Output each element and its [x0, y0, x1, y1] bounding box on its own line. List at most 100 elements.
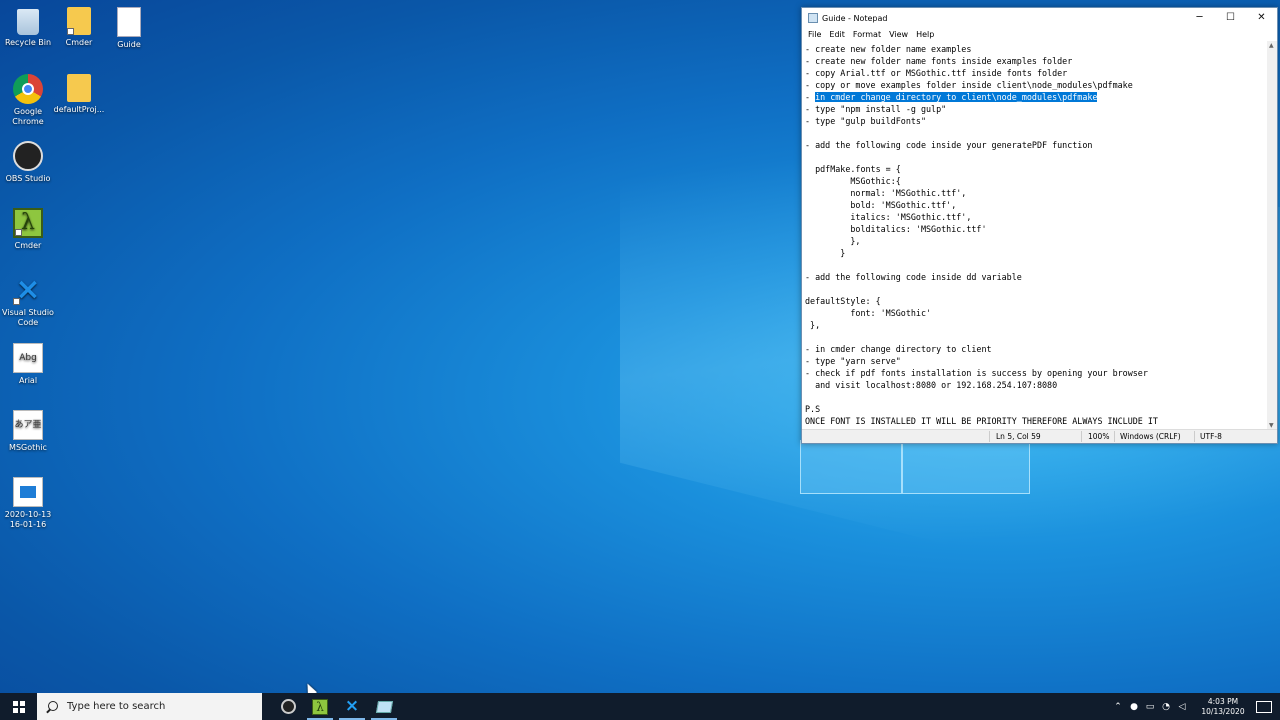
cmder-icon: λ: [312, 698, 328, 715]
window-title: Guide - Notepad: [822, 13, 888, 23]
taskbar-notepad[interactable]: [368, 693, 400, 720]
obs-icon: [13, 141, 43, 171]
chevron-up-icon[interactable]: ⌃: [1110, 702, 1126, 712]
taskbar-cmder[interactable]: λ: [304, 693, 336, 720]
clock-time: 4:03 PM: [1207, 696, 1239, 706]
desktop-icon-arial[interactable]: Abg Arial: [0, 343, 56, 386]
editor-line: - type "npm install -g gulp": [805, 104, 947, 114]
start-button[interactable]: [0, 693, 37, 720]
text-editor[interactable]: - create new folder name examples - creat…: [802, 41, 1267, 430]
editor-line: - check if pdf fonts installation is suc…: [805, 368, 1148, 378]
editor-line: - type "gulp buildFonts": [805, 116, 927, 126]
notepad-icon: [375, 700, 393, 713]
obs-icon: [280, 699, 296, 714]
notepad-window[interactable]: Guide - Notepad ─ ☐ ✕ File Edit Format V…: [801, 7, 1278, 444]
menu-view[interactable]: View: [885, 28, 912, 41]
notification-icon[interactable]: [1256, 700, 1272, 713]
editor-line: normal: 'MSGothic.ttf',: [805, 188, 967, 198]
desktop-icon-cmder-folder[interactable]: Cmder: [51, 7, 107, 48]
search-placeholder: Type here to search: [67, 701, 166, 712]
vscode-icon: ⨯: [344, 696, 360, 716]
vertical-scrollbar[interactable]: ▲ ▼: [1267, 41, 1277, 430]
desktop-icon-label: Recycle Bin: [4, 38, 52, 47]
menu-format[interactable]: Format: [849, 28, 885, 41]
editor-line: - in cmder change directory to client: [805, 344, 992, 354]
selected-text: in cmder change directory to client\node…: [815, 92, 1098, 102]
editor-line: italics: 'MSGothic.ttf',: [805, 212, 972, 222]
taskbar-obs[interactable]: [272, 693, 304, 720]
menu-file[interactable]: File: [804, 28, 825, 41]
chrome-icon: [13, 74, 43, 104]
desktop-icon-defaultproj[interactable]: defaultProj...: [51, 74, 107, 115]
editor-line: and visit localhost:8080 or 192.168.254.…: [805, 380, 1058, 390]
desktop-icon-label: Visual Studio Code: [2, 308, 54, 327]
scroll-up-icon[interactable]: ▲: [1269, 42, 1274, 49]
desktop-icon-label: defaultProj...: [53, 105, 105, 114]
editor-line: bold: 'MSGothic.ttf',: [805, 200, 957, 210]
desktop-icon-video-recording[interactable]: 2020-10-13 16-01-16: [0, 477, 56, 530]
menu-edit[interactable]: Edit: [825, 28, 849, 41]
volume-icon[interactable]: ◁: [1174, 702, 1190, 712]
windows-logo-icon: [12, 700, 25, 713]
microphone-icon[interactable]: ●: [1126, 702, 1142, 712]
editor-line: bolditalics: 'MSGothic.ttf': [805, 224, 987, 234]
status-bar: Ln 5, Col 59 100% Windows (CRLF) UTF-8: [802, 429, 1277, 443]
desktop-icon-label: MSGothic: [9, 443, 47, 452]
taskbar: Type here to search λ ⨯ ⌃ ● ▭ ◔ ◁ 4:03 P…: [0, 693, 1280, 720]
menu-bar: File Edit Format View Help: [802, 28, 1277, 41]
editor-line: },: [805, 236, 861, 246]
battery-icon[interactable]: ▭: [1142, 702, 1158, 712]
clock[interactable]: 4:03 PM 10/13/2020: [1196, 697, 1250, 717]
minimize-button[interactable]: ─: [1184, 8, 1215, 28]
taskbar-vscode[interactable]: ⨯: [336, 693, 368, 720]
close-button[interactable]: ✕: [1246, 8, 1277, 28]
menu-help[interactable]: Help: [912, 28, 938, 41]
maximize-button[interactable]: ☐: [1215, 8, 1246, 28]
scroll-down-icon[interactable]: ▼: [1269, 422, 1274, 429]
desktop-icon-guide[interactable]: Guide: [101, 7, 157, 50]
text-document-icon: [117, 7, 141, 37]
video-file-icon: [13, 477, 43, 507]
cmder-icon: λ: [13, 208, 43, 238]
desktop-icon-label: Arial: [18, 376, 38, 385]
font-file-icon: あア亜: [13, 410, 43, 440]
desktop-icon-msgothic[interactable]: あア亜 MSGothic: [0, 410, 56, 453]
folder-icon: [67, 7, 91, 35]
cursor-position: Ln 5, Col 59: [996, 432, 1041, 441]
title-bar[interactable]: Guide - Notepad ─ ☐ ✕: [802, 8, 1277, 28]
search-icon: [45, 700, 59, 714]
desktop-icon-label: Google Chrome: [12, 107, 44, 126]
font-file-icon: Abg: [13, 343, 43, 373]
desktop-icon-recycle-bin[interactable]: Recycle Bin: [0, 7, 56, 48]
zoom-level: 100%: [1088, 432, 1110, 441]
clock-date: 10/13/2020: [1201, 706, 1245, 716]
desktop-icon-label: OBS Studio: [5, 174, 51, 183]
taskbar-search-box[interactable]: Type here to search: [37, 693, 262, 720]
wallpaper-windows-logo: [800, 440, 1030, 494]
notepad-icon: [808, 13, 818, 23]
editor-line: - add the following code inside dd varia…: [805, 272, 1022, 282]
encoding: UTF-8: [1200, 432, 1222, 441]
editor-line: },: [805, 320, 821, 330]
folder-icon: [67, 74, 91, 102]
editor-line: - copy or move examples folder inside cl…: [805, 80, 1133, 90]
desktop-icon-obs-studio[interactable]: OBS Studio: [0, 141, 56, 184]
desktop-icon-label: Cmder: [14, 241, 42, 250]
desktop-icon-google-chrome[interactable]: Google Chrome: [0, 74, 56, 127]
editor-line: - create new folder name examples: [805, 44, 972, 54]
desktop-icon-label: 2020-10-13 16-01-16: [4, 510, 52, 529]
editor-line: MSGothic:{: [805, 176, 901, 186]
desktop-icon-visual-studio-code[interactable]: ⨯ Visual Studio Code: [0, 275, 56, 328]
desktop-icon-label: Cmder: [65, 38, 93, 47]
desktop-icon-cmder[interactable]: λ Cmder: [0, 208, 56, 251]
editor-line: ONCE FONT IS INSTALLED IT WILL BE PRIORI…: [805, 416, 1158, 426]
editor-line: pdfMake.fonts = {: [805, 164, 901, 174]
network-icon[interactable]: ◔: [1158, 702, 1174, 712]
editor-line: }: [805, 248, 846, 258]
